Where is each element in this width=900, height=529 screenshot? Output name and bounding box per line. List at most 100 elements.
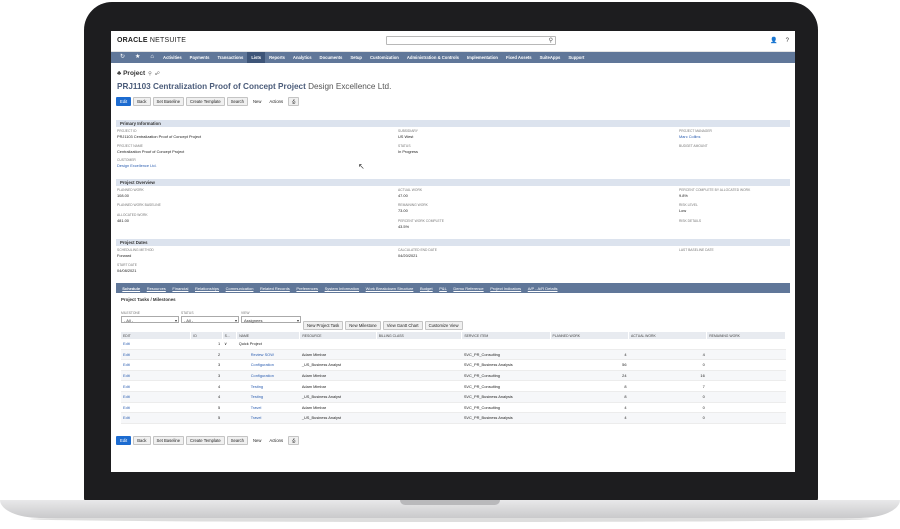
create-template-button-top[interactable]: Create Template: [186, 97, 225, 106]
new-button-bottom[interactable]: New: [250, 437, 264, 444]
home-icon[interactable]: ⌂: [150, 52, 154, 63]
column-header-name[interactable]: Name: [236, 332, 301, 339]
row-edit-link[interactable]: Edit: [121, 391, 191, 403]
subtab-demo-reference[interactable]: Demo Reference: [450, 286, 487, 291]
row-task-name[interactable]: Review SOW: [236, 349, 300, 361]
row-expand-toggle[interactable]: [222, 349, 237, 361]
customer-link[interactable]: Design Excellence Ltd.: [117, 163, 157, 168]
new-project-task-button[interactable]: New Project Task: [303, 321, 344, 330]
user-menu-icon[interactable]: 👤: [770, 38, 777, 44]
subtab-system-information[interactable]: System Information: [321, 286, 362, 291]
subtab-project-indicators[interactable]: Project Indicators: [487, 286, 525, 291]
nav-item-suiteapps[interactable]: SuiteApps: [536, 52, 565, 63]
subtab-relationships[interactable]: Relationships: [192, 286, 223, 291]
nav-item-documents[interactable]: Documents: [316, 52, 347, 63]
search-record-icon[interactable]: ⚲: [148, 71, 152, 77]
row-task-name[interactable]: Quick Project: [236, 339, 300, 350]
subtab-communication[interactable]: Communication: [222, 286, 256, 291]
row-edit-link[interactable]: Edit: [121, 349, 191, 361]
back-button-bottom[interactable]: Back: [133, 436, 151, 445]
customize-view-button[interactable]: Customize View: [424, 321, 463, 330]
nav-item-administration-controls[interactable]: Administration & Controls: [403, 52, 463, 63]
subtab-schedule[interactable]: Schedule: [119, 286, 143, 291]
subtab-financial[interactable]: Financial: [169, 286, 192, 291]
column-header-billing-class[interactable]: Billing Class: [376, 332, 463, 339]
column-header-edit[interactable]: Edit: [121, 332, 192, 339]
help-icon[interactable]: ?: [786, 38, 789, 44]
print-icon[interactable]: ⎙: [288, 436, 300, 445]
row-task-name[interactable]: Travel: [236, 402, 300, 414]
row-expand-toggle[interactable]: [222, 380, 237, 392]
column-header-service-item[interactable]: Service Item: [461, 332, 551, 339]
subtab-budget[interactable]: Budget: [417, 286, 436, 291]
star-icon[interactable]: ★: [135, 52, 140, 63]
row-expand-toggle[interactable]: [222, 402, 237, 414]
nav-item-customization[interactable]: Customization: [366, 52, 403, 63]
nav-item-payments[interactable]: Payments: [186, 52, 214, 63]
column-header-actual-work[interactable]: Actual Work: [628, 332, 708, 339]
view-select[interactable]: Assignees ▾: [241, 316, 301, 323]
subtab-resources[interactable]: Resources: [143, 286, 169, 291]
actions-button-top[interactable]: Actions: [266, 98, 286, 105]
row-task-name[interactable]: Travel: [236, 412, 300, 424]
row-task-name[interactable]: Testing: [236, 391, 300, 403]
set-baseline-button-bottom[interactable]: Set Baseline: [152, 436, 185, 445]
nav-item-lists[interactable]: Lists: [247, 52, 266, 63]
subtab-related-records[interactable]: Related Records: [257, 286, 293, 291]
subtab-work-breakdown-structure[interactable]: Work Breakdown Structure: [362, 286, 416, 291]
print-icon[interactable]: ⎙: [288, 97, 300, 106]
row-expand-toggle[interactable]: [222, 359, 237, 371]
column-header-s[interactable]: S...: [222, 332, 238, 339]
primary-info-header[interactable]: Primary Information: [116, 120, 790, 127]
search-icon[interactable]: ⚲: [549, 38, 553, 44]
nav-item-setup[interactable]: Setup: [346, 52, 366, 63]
search-button-bottom[interactable]: Search: [226, 436, 248, 445]
row-edit-link[interactable]: Edit: [121, 380, 191, 392]
nav-item-support[interactable]: Support: [564, 52, 588, 63]
column-header-id[interactable]: ID: [190, 332, 223, 339]
column-header-resource[interactable]: Resource: [299, 332, 377, 339]
status-select[interactable]: - All - ▾: [181, 316, 239, 323]
nav-item-analytics[interactable]: Analytics: [289, 52, 316, 63]
nav-item-transactions[interactable]: Transactions: [213, 52, 247, 63]
subtab-a-p-a-r-details[interactable]: A/P - A/R Details: [524, 286, 560, 291]
manager-link[interactable]: Marc Collins: [679, 134, 712, 139]
project-dates-header[interactable]: Project Dates: [116, 239, 790, 246]
milestone-select[interactable]: - All - ▾: [121, 316, 179, 323]
row-expand-toggle[interactable]: [222, 412, 237, 424]
nav-item-activities[interactable]: Activities: [159, 52, 186, 63]
row-edit-link[interactable]: Edit: [121, 370, 191, 382]
row-expand-toggle[interactable]: ∨: [222, 339, 237, 350]
row-edit-link[interactable]: Edit: [121, 359, 191, 371]
row-expand-toggle[interactable]: [222, 391, 237, 403]
oracle-netsuite-logo[interactable]: ORACLE NETSUITE: [117, 37, 186, 44]
recent-icon[interactable]: ↻: [120, 52, 125, 63]
row-task-name[interactable]: Configuration: [236, 359, 300, 371]
back-button-top[interactable]: Back: [133, 97, 151, 106]
subtab-p-l[interactable]: P&L: [436, 286, 450, 291]
edit-button-bottom[interactable]: Edit: [116, 436, 132, 445]
row-edit-link[interactable]: Edit: [121, 412, 191, 424]
row-task-name[interactable]: Configuration: [236, 370, 300, 382]
subtab-preferences[interactable]: Preferences: [293, 286, 321, 291]
nav-item-implementation[interactable]: Implementation: [463, 52, 502, 63]
nav-item-fixed-assets[interactable]: Fixed Assets: [502, 52, 536, 63]
edit-button-top[interactable]: Edit: [116, 97, 132, 106]
set-baseline-button-top[interactable]: Set Baseline: [152, 97, 185, 106]
row-task-name[interactable]: Testing: [236, 380, 300, 392]
new-button-top[interactable]: New: [250, 98, 264, 105]
record-options-icon[interactable]: ☍: [155, 71, 160, 77]
actions-button-bottom[interactable]: Actions: [266, 437, 286, 444]
create-template-button-bottom[interactable]: Create Template: [186, 436, 225, 445]
column-header-remaining-work[interactable]: Remaining Work: [706, 332, 786, 339]
nav-item-reports[interactable]: Reports: [265, 52, 289, 63]
search-button-top[interactable]: Search: [226, 97, 248, 106]
project-overview-header[interactable]: Project Overview: [116, 179, 790, 186]
row-expand-toggle[interactable]: [222, 370, 237, 382]
global-search-input[interactable]: ⚲: [386, 36, 556, 45]
view-gantt-chart-button[interactable]: View Gantt Chart: [382, 321, 423, 330]
row-edit-link[interactable]: Edit: [121, 339, 191, 350]
row-edit-link[interactable]: Edit: [121, 402, 191, 414]
column-header-planned-work[interactable]: Planned Work: [550, 332, 629, 339]
new-milestone-button[interactable]: New Milestone: [345, 321, 381, 330]
